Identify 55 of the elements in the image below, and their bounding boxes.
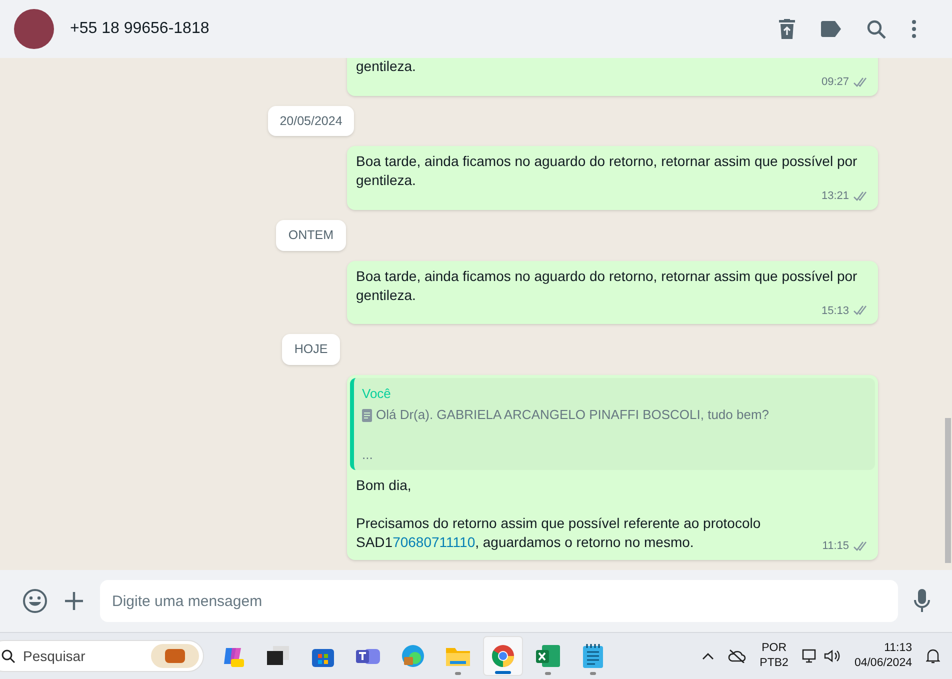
double-check-icon bbox=[853, 305, 869, 316]
date-divider: 20/05/2024 bbox=[268, 106, 354, 136]
notepad-icon bbox=[582, 644, 602, 668]
message-text: Precisamos do retorno assim que possível referente ao protocolo SAD170680711110, aguardamos o retorno no mesmo. bbox=[356, 514, 762, 552]
message-time: 09:27 bbox=[821, 75, 849, 90]
double-check-icon bbox=[853, 541, 869, 552]
cloud-off-icon[interactable] bbox=[728, 649, 746, 663]
scrollbar-thumb[interactable] bbox=[945, 418, 951, 563]
quote-author: Você bbox=[362, 384, 392, 403]
date-divider: ONTEM bbox=[276, 220, 346, 250]
network-icon bbox=[802, 648, 818, 664]
message-time: 11:15 bbox=[822, 539, 849, 554]
microphone-icon[interactable] bbox=[914, 589, 930, 613]
contact-name[interactable]: +55 18 99656-1818 bbox=[70, 17, 210, 41]
quote-ellipsis: ... bbox=[362, 446, 374, 464]
edge-icon bbox=[400, 644, 424, 668]
chevron-up-icon[interactable] bbox=[702, 652, 714, 660]
date-divider: HOJE bbox=[282, 334, 340, 365]
chrome-icon bbox=[490, 644, 514, 668]
emoji-icon[interactable] bbox=[22, 588, 48, 614]
clock[interactable]: 11:13 04/06/2024 bbox=[854, 641, 912, 671]
bell-icon[interactable] bbox=[926, 648, 940, 664]
message-text: Bom dia, bbox=[356, 476, 412, 496]
running-indicator bbox=[454, 672, 460, 675]
contact-avatar[interactable] bbox=[14, 9, 54, 49]
double-check-icon bbox=[853, 76, 869, 88]
message-time: 15:13 bbox=[821, 304, 849, 318]
briefcase-icon bbox=[151, 644, 199, 668]
message-text: Boa tarde, ainda ficamos no aguardo do retorno, retornar assim que possível por gentileza. bbox=[356, 152, 858, 190]
taskbar-search[interactable]: Pesquisar bbox=[0, 640, 204, 672]
message-text: Boa tarde, ainda ficamos no aguardo do retorno, retornar assim que possível por gentileza. bbox=[356, 266, 858, 304]
search-icon[interactable] bbox=[867, 20, 886, 38]
message-input[interactable]: Digite uma mensagem bbox=[100, 580, 898, 622]
search-placeholder: Pesquisar bbox=[23, 646, 86, 666]
excel-icon bbox=[536, 645, 560, 667]
quoted-message[interactable]: Você Olá Dr(a). GABRIELA ARCANGELO PINAFFI BOSCOLI, tudo bem? ... bbox=[350, 378, 875, 470]
window-stack-icon bbox=[266, 646, 288, 666]
running-indicator bbox=[494, 671, 510, 674]
network-volume-tray[interactable] bbox=[802, 648, 840, 664]
menu-icon[interactable] bbox=[912, 20, 916, 38]
language-indicator[interactable]: POR PTB2 bbox=[760, 641, 788, 671]
message-text: gentileza. bbox=[356, 58, 417, 76]
plus-icon[interactable] bbox=[64, 591, 84, 611]
quote-text: Olá Dr(a). GABRIELA ARCANGELO PINAFFI BOSCOLI, tudo bem? bbox=[376, 406, 770, 424]
trash-icon[interactable] bbox=[779, 19, 795, 39]
speaker-icon bbox=[824, 649, 840, 663]
double-check-icon bbox=[853, 191, 869, 202]
protocol-link[interactable]: 70680711110 bbox=[392, 534, 476, 550]
running-indicator bbox=[544, 672, 550, 675]
message-time: 13:21 bbox=[821, 189, 849, 204]
document-icon bbox=[362, 408, 372, 422]
label-icon[interactable] bbox=[821, 21, 841, 37]
running-indicator bbox=[590, 672, 596, 675]
search-icon bbox=[1, 649, 15, 663]
folder-icon bbox=[446, 646, 470, 666]
